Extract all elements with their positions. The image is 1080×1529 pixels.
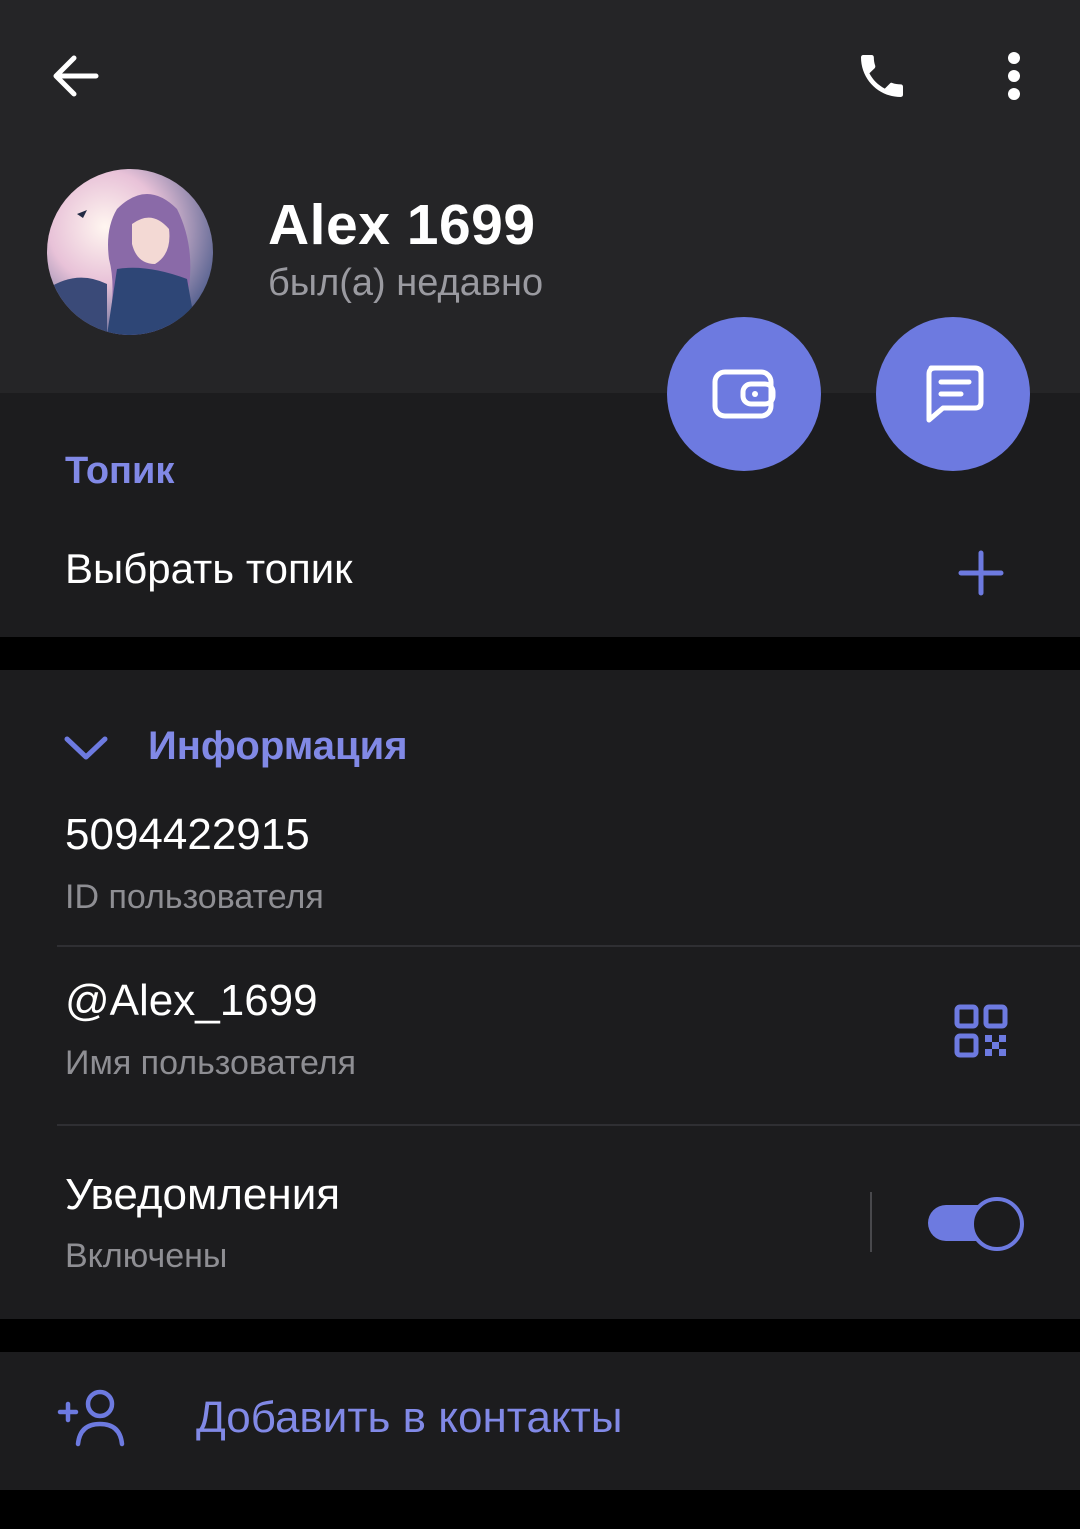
- add-topic-button[interactable]: [948, 540, 1014, 606]
- select-topic-item[interactable]: Выбрать топик: [65, 545, 353, 593]
- username-value[interactable]: @Alex_1699: [65, 976, 318, 1026]
- collapse-info-button[interactable]: [56, 718, 116, 778]
- avatar-image: [47, 169, 213, 335]
- avatar[interactable]: [47, 169, 213, 335]
- notifications-toggle[interactable]: [928, 1197, 1024, 1251]
- username-label: Имя пользователя: [65, 1044, 356, 1082]
- more-options-button[interactable]: [974, 36, 1054, 116]
- qr-code-icon: [954, 1004, 1008, 1058]
- user-id-label: ID пользователя: [65, 878, 324, 916]
- profile-status: был(а) недавно: [268, 262, 544, 304]
- divider: [57, 1124, 1080, 1126]
- add-contact-icon-wrap[interactable]: [56, 1385, 128, 1451]
- user-id-value[interactable]: 5094422915: [65, 810, 310, 860]
- call-button[interactable]: [842, 36, 922, 116]
- toggle-separator: [870, 1192, 872, 1252]
- info-heading: Информация: [148, 724, 408, 768]
- topic-heading: Топик: [65, 450, 175, 492]
- plus-icon: [958, 550, 1004, 596]
- more-vertical-icon: [1008, 52, 1020, 100]
- notifications-title[interactable]: Уведомления: [65, 1170, 340, 1220]
- arrow-left-icon: [53, 55, 99, 97]
- notifications-state: Включены: [65, 1237, 228, 1275]
- message-button[interactable]: [876, 317, 1030, 471]
- back-button[interactable]: [36, 36, 116, 116]
- profile-name: Alex 1699: [268, 193, 536, 257]
- phone-icon: [861, 55, 903, 97]
- divider: [57, 945, 1080, 947]
- add-contact-button[interactable]: Добавить в контакты: [196, 1393, 622, 1443]
- toggle-knob: [970, 1197, 1024, 1251]
- wallet-button[interactable]: [667, 317, 821, 471]
- add-user-icon: [57, 1389, 125, 1447]
- wallet-icon: [712, 369, 776, 419]
- qr-code-button[interactable]: [948, 998, 1014, 1064]
- chevron-down-icon: [64, 736, 108, 760]
- message-icon: [926, 365, 984, 423]
